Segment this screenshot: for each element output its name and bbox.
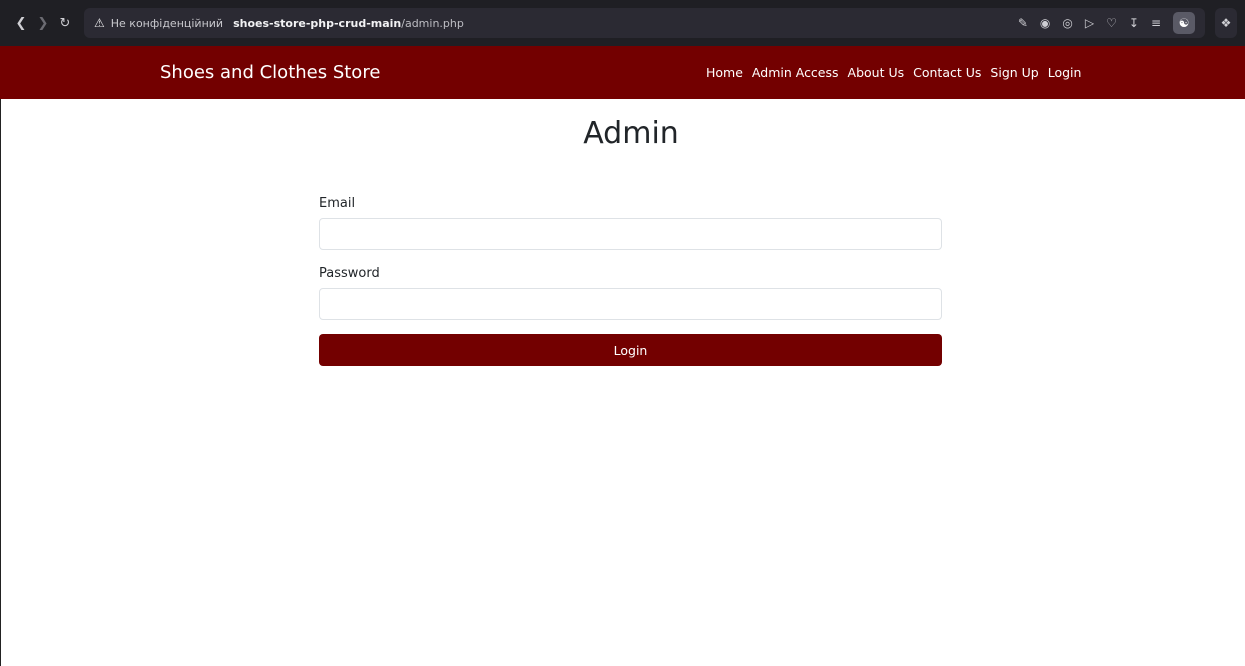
- address-bar[interactable]: ⚠ Не конфіденційний shoes-store-php-crud…: [84, 8, 1205, 38]
- screenshot-icon[interactable]: ◉: [1040, 16, 1050, 30]
- back-icon[interactable]: ❮: [10, 12, 32, 34]
- url-host: shoes-store-php-crud-main: [233, 16, 402, 30]
- password-label: Password: [319, 266, 380, 281]
- page-title: Admin: [583, 116, 679, 151]
- email-label: Email: [319, 196, 356, 211]
- left-edge: [0, 99, 1, 666]
- site-navbar: Shoes and Clothes Store Home Admin Acces…: [0, 46, 1245, 99]
- play-icon[interactable]: ▷: [1085, 16, 1094, 30]
- heart-icon[interactable]: ♡: [1106, 16, 1117, 30]
- menu-lines-icon[interactable]: ≡: [1151, 16, 1161, 30]
- password-field[interactable]: [319, 288, 942, 320]
- nav-link-contact-us[interactable]: Contact Us: [913, 65, 981, 80]
- url-tools: ✎ ◉ ◎ ▷ ♡ ↧ ≡ ☯: [1018, 12, 1195, 34]
- brand-link[interactable]: Shoes and Clothes Store: [160, 62, 380, 83]
- browser-toolbar: ❮ ❯ ↻ ⚠ Не конфіденційний shoes-store-ph…: [0, 0, 1245, 46]
- reload-icon[interactable]: ↻: [54, 12, 76, 34]
- profile-icon[interactable]: ☯: [1173, 12, 1195, 34]
- shield-icon[interactable]: ◎: [1062, 16, 1072, 30]
- nav-link-sign-up[interactable]: Sign Up: [990, 65, 1038, 80]
- forward-icon[interactable]: ❯: [32, 12, 54, 34]
- edit-page-icon[interactable]: ✎: [1018, 16, 1028, 30]
- download-icon[interactable]: ↧: [1129, 16, 1139, 30]
- url-path: /admin.php: [401, 16, 464, 30]
- email-field[interactable]: [319, 218, 942, 250]
- nav-link-about-us[interactable]: About Us: [848, 65, 905, 80]
- nav-link-login[interactable]: Login: [1048, 65, 1082, 80]
- extensions-icon[interactable]: ❖: [1215, 8, 1237, 38]
- nav-link-home[interactable]: Home: [706, 65, 743, 80]
- warning-triangle-icon[interactable]: ⚠: [94, 16, 105, 30]
- security-warning: Не конфіденційний: [110, 16, 224, 30]
- admin-login-form: Email Password Login: [319, 196, 942, 366]
- nav-link-admin-access[interactable]: Admin Access: [752, 65, 839, 80]
- login-button[interactable]: Login: [319, 334, 942, 366]
- nav-links: Home Admin Access About Us Contact Us Si…: [706, 65, 1081, 80]
